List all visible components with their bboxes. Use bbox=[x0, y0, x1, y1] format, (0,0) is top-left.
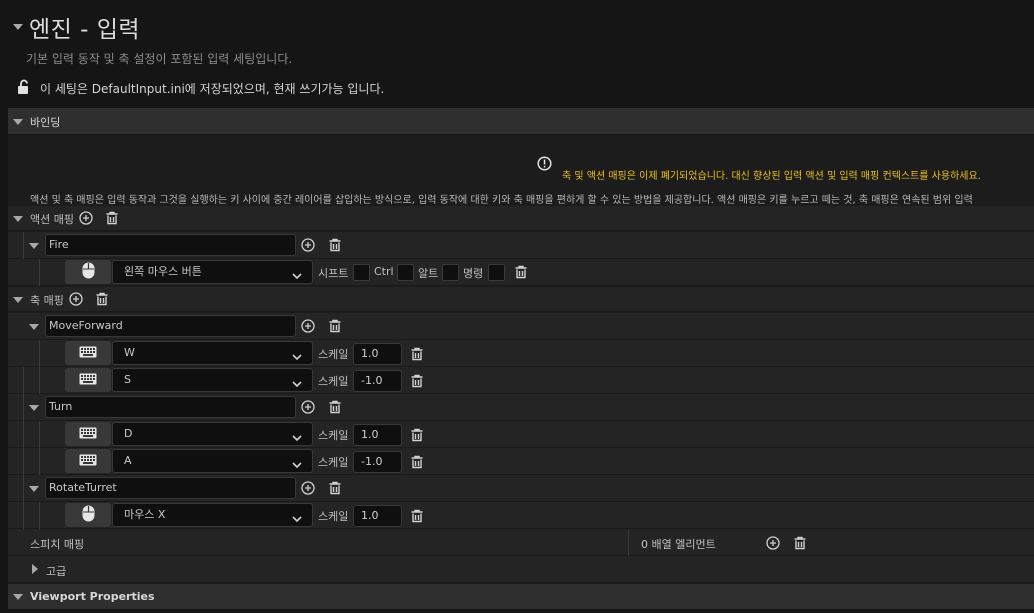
cmd-checkbox[interactable] bbox=[488, 264, 505, 281]
key-selector-button[interactable] bbox=[65, 368, 111, 392]
delete-axis-icon[interactable] bbox=[328, 481, 342, 498]
key-combo-value: W bbox=[124, 346, 135, 359]
scale-input[interactable]: 1.0 bbox=[353, 424, 402, 446]
input-settings-panel: 엔진 - 입력 기본 입력 동작 및 축 설정이 포함된 입력 세팅입니다. 이… bbox=[0, 0, 1034, 613]
key-selector-button[interactable] bbox=[65, 422, 111, 446]
viewport-expand-icon[interactable] bbox=[13, 594, 23, 600]
scale-label: 스케일 bbox=[318, 510, 349, 523]
key-selector-button[interactable] bbox=[65, 260, 111, 284]
mouse-icon bbox=[82, 505, 95, 525]
action-mappings-label: 액션 매핑 bbox=[30, 213, 74, 226]
chevron-down-icon bbox=[292, 267, 302, 289]
key-selector-button[interactable] bbox=[65, 503, 111, 527]
axis-mappings-row bbox=[8, 287, 1034, 312]
advanced-expand-icon[interactable] bbox=[32, 564, 38, 574]
key-combo[interactable]: 왼쪽 마우스 버튼 bbox=[112, 260, 313, 284]
delete-speech-mappings-icon[interactable] bbox=[793, 536, 807, 553]
keyboard-icon bbox=[79, 427, 97, 442]
delete-key-icon[interactable] bbox=[410, 509, 424, 526]
delete-action-mappings-icon[interactable] bbox=[105, 211, 119, 228]
warning-icon bbox=[537, 156, 552, 174]
shift-checkbox[interactable] bbox=[353, 264, 370, 281]
page-title: 엔진 - 입력 bbox=[29, 17, 141, 43]
axis-name-field[interactable]: MoveForward bbox=[45, 315, 296, 337]
key-combo-value: 왼쪽 마우스 버튼 bbox=[124, 265, 202, 278]
add-axis-mapping-icon[interactable] bbox=[69, 292, 83, 309]
fire-expand-icon[interactable] bbox=[29, 243, 39, 249]
add-axis-key-icon[interactable] bbox=[301, 481, 315, 498]
scale-input[interactable]: 1.0 bbox=[353, 343, 402, 365]
delete-axis-icon[interactable] bbox=[328, 319, 342, 336]
add-action-key-icon[interactable] bbox=[301, 238, 315, 255]
config-notice: 이 세팅은 DefaultInput.ini에 저장되었으며, 현재 쓰기가능 … bbox=[40, 82, 385, 96]
bindings-category[interactable] bbox=[8, 108, 1034, 134]
key-combo[interactable]: 마우스 X bbox=[112, 503, 313, 527]
add-axis-key-icon[interactable] bbox=[301, 400, 315, 417]
scale-input[interactable]: -1.0 bbox=[353, 451, 402, 473]
delete-key-icon[interactable] bbox=[410, 455, 424, 472]
alt-label: 알트 bbox=[418, 267, 439, 280]
action-mappings-row bbox=[8, 206, 1034, 231]
keyboard-icon bbox=[79, 454, 97, 469]
delete-axis-mappings-icon[interactable] bbox=[95, 292, 109, 309]
shift-label: 시프트 bbox=[318, 267, 349, 280]
delete-key-icon[interactable] bbox=[410, 374, 424, 391]
bindings-expand-icon[interactable] bbox=[13, 119, 23, 125]
key-combo-value: A bbox=[124, 454, 132, 467]
key-combo[interactable]: D bbox=[112, 422, 313, 446]
key-selector-button[interactable] bbox=[65, 341, 111, 365]
cmd-label: 명령 bbox=[463, 267, 484, 280]
scale-label: 스케일 bbox=[318, 456, 349, 469]
scale-input[interactable]: -1.0 bbox=[353, 370, 402, 392]
mouse-icon bbox=[82, 262, 95, 282]
key-combo-value: 마우스 X bbox=[124, 508, 166, 521]
bindings-label: 바인딩 bbox=[30, 116, 61, 129]
action-name-field[interactable]: Fire bbox=[45, 234, 296, 256]
scale-label: 스케일 bbox=[318, 429, 349, 442]
page-description: 기본 입력 동작 및 축 설정이 포함된 입력 세팅입니다. bbox=[26, 52, 293, 66]
scale-label: 스케일 bbox=[318, 348, 349, 361]
key-combo-value: S bbox=[124, 373, 131, 386]
advanced-label: 고급 bbox=[46, 565, 67, 578]
deprecation-warning: 축 및 액션 매핑은 이제 폐기되었습니다. 대신 향상된 입력 액션 및 입력… bbox=[562, 171, 981, 182]
delete-axis-icon[interactable] bbox=[328, 400, 342, 417]
speech-mappings-count: 0 배열 엘리먼트 bbox=[641, 538, 716, 551]
scale-label: 스케일 bbox=[318, 375, 349, 388]
axis-name-field[interactable]: Turn bbox=[45, 396, 296, 418]
scale-input[interactable]: 1.0 bbox=[353, 505, 402, 527]
viewport-properties-label: Viewport Properties bbox=[30, 590, 155, 603]
key-selector-button[interactable] bbox=[65, 449, 111, 473]
speech-mappings-row bbox=[8, 529, 1034, 556]
unlock-icon bbox=[17, 79, 31, 98]
turn-expand-icon[interactable] bbox=[29, 405, 39, 411]
delete-key-icon[interactable] bbox=[514, 265, 528, 282]
key-combo[interactable]: S bbox=[112, 368, 313, 392]
add-axis-key-icon[interactable] bbox=[301, 319, 315, 336]
collapse-title-icon[interactable] bbox=[13, 24, 23, 30]
speech-mappings-label: 스피치 매핑 bbox=[30, 538, 85, 551]
moveforward-expand-icon[interactable] bbox=[29, 324, 39, 330]
viewport-properties-category[interactable] bbox=[8, 584, 1034, 609]
axis-mappings-label: 축 매핑 bbox=[30, 294, 64, 307]
axis-mappings-expand-icon[interactable] bbox=[13, 297, 23, 303]
advanced-row[interactable] bbox=[8, 556, 1034, 583]
rotateturret-expand-icon[interactable] bbox=[29, 486, 39, 492]
keyboard-icon bbox=[79, 373, 97, 388]
action-mappings-expand-icon[interactable] bbox=[13, 216, 23, 222]
delete-key-icon[interactable] bbox=[410, 347, 424, 364]
delete-action-icon[interactable] bbox=[328, 238, 342, 255]
key-combo-value: D bbox=[124, 427, 133, 440]
keyboard-icon bbox=[79, 346, 97, 361]
bindings-info-text: 액션 및 축 매핑은 입력 동작과 그것을 실행하는 키 사이에 중간 레이어를… bbox=[30, 195, 973, 206]
key-combo[interactable]: A bbox=[112, 449, 313, 473]
add-speech-mapping-icon[interactable] bbox=[766, 536, 780, 553]
alt-checkbox[interactable] bbox=[442, 264, 459, 281]
ctrl-label: Ctrl bbox=[374, 265, 394, 278]
delete-key-icon[interactable] bbox=[410, 428, 424, 445]
add-action-mapping-icon[interactable] bbox=[79, 211, 93, 228]
ctrl-checkbox[interactable] bbox=[397, 264, 414, 281]
key-combo[interactable]: W bbox=[112, 341, 313, 365]
axis-name-field[interactable]: RotateTurret bbox=[45, 477, 296, 499]
